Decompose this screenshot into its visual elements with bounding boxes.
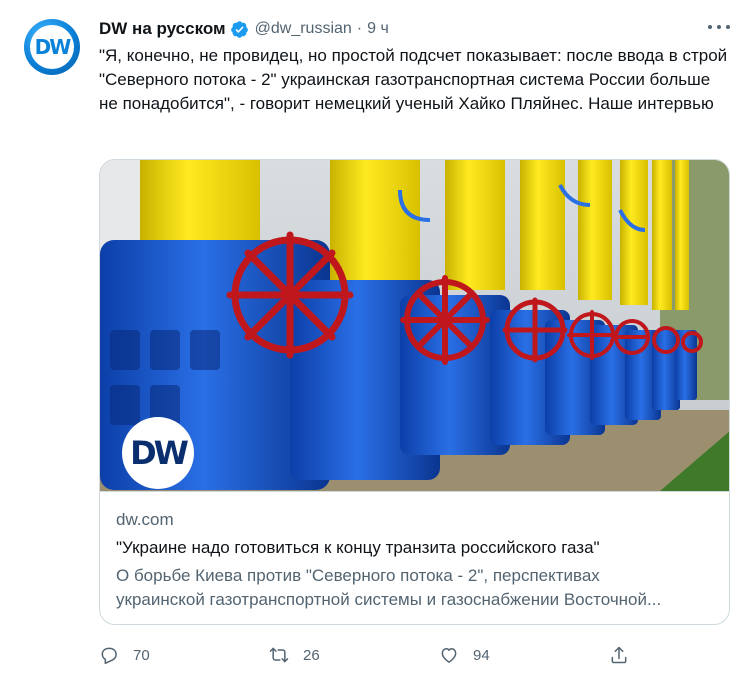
- separator-dot: ·: [356, 20, 363, 37]
- reply-icon: [101, 647, 117, 665]
- gas-pipeline-photo: DW: [100, 160, 729, 491]
- verified-badge-icon: [230, 20, 248, 38]
- svg-text:DW: DW: [130, 434, 189, 472]
- card-description: О борьбе Киева против "Северного потока …: [116, 566, 662, 609]
- tweet-header: DW на русском @dw_russian · 9 ч: [99, 17, 389, 41]
- dw-logo-icon: DW: [30, 25, 74, 69]
- share-icon: [611, 646, 627, 664]
- card-image[interactable]: DW: [100, 160, 729, 491]
- tweet-text: "Я, конечно, не провидец, но простой под…: [99, 46, 732, 113]
- reply-count: 70: [133, 646, 150, 664]
- tweet[interactable]: DW DW на русском @dw_russian · 9 ч "Я, к…: [0, 0, 755, 685]
- like-count: 94: [473, 646, 490, 664]
- card-domain: dw.com: [116, 510, 174, 529]
- like-button[interactable]: 94: [439, 640, 490, 670]
- tweet-actions: 70 26 94: [99, 640, 639, 670]
- more-icon[interactable]: [706, 17, 732, 37]
- card-info[interactable]: dw.com "Украине надо готовиться к концу …: [100, 491, 729, 624]
- reply-button[interactable]: 70: [99, 640, 150, 670]
- account-handle[interactable]: @dw_russian: [255, 20, 352, 38]
- link-card[interactable]: DW dw.com "Украине надо готовиться к кон…: [99, 159, 730, 625]
- avatar[interactable]: DW: [24, 19, 80, 75]
- retweet-count: 26: [303, 646, 320, 664]
- share-button[interactable]: [609, 640, 629, 670]
- retweet-icon: [269, 647, 289, 663]
- retweet-button[interactable]: 26: [269, 640, 320, 670]
- tweet-time[interactable]: 9 ч: [367, 20, 389, 38]
- like-icon: [441, 648, 457, 663]
- card-title: "Украине надо готовиться к концу транзит…: [116, 538, 600, 557]
- account-name[interactable]: DW на русском: [99, 19, 226, 39]
